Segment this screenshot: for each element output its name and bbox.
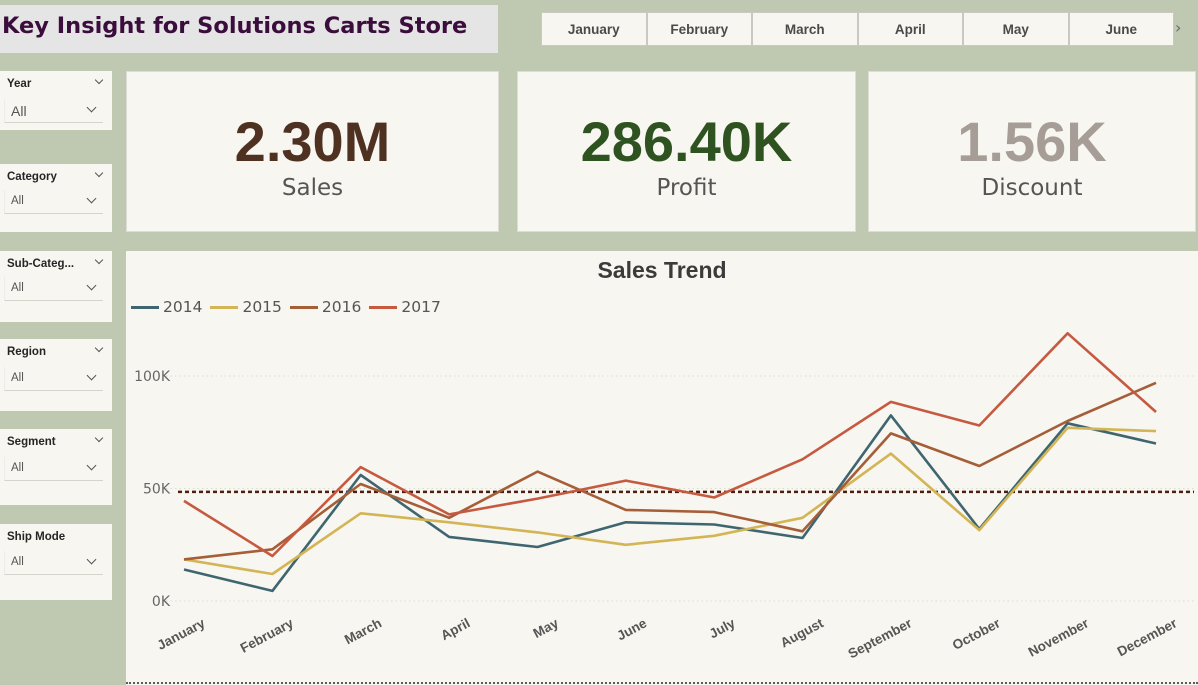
series-line-2014[interactable]: [183, 414, 1157, 593]
kpi-discount-label: Discount: [981, 175, 1083, 201]
x-tick-label: February: [238, 615, 296, 656]
kpi-sales-value: 2.30M: [234, 110, 391, 173]
slicer-sub-category: Sub-Categ... All: [0, 251, 112, 322]
chevron-down-icon[interactable]: [94, 168, 104, 178]
chevron-down-icon: [86, 554, 97, 565]
x-tick-label: November: [1026, 615, 1092, 660]
x-tick-label: August: [778, 615, 827, 650]
month-button-march[interactable]: March: [752, 12, 858, 46]
kpi-discount-value: 1.56K: [957, 110, 1107, 173]
slicer-segment-dropdown[interactable]: All: [4, 457, 103, 481]
slicer-category-label: Category: [7, 171, 57, 183]
y-tick-label: 100K: [134, 369, 171, 385]
slicer-ship-mode: Ship Mode All: [0, 524, 112, 600]
month-button-april[interactable]: April: [857, 12, 963, 46]
series-line-2016[interactable]: [183, 381, 1157, 561]
slicer-region-dropdown[interactable]: All: [4, 367, 103, 391]
slicer-year-dropdown[interactable]: All: [4, 99, 103, 123]
kpi-sales-label: Sales: [281, 175, 344, 201]
chevron-down-icon: [86, 193, 97, 204]
slicer-ship-mode-label: Ship Mode: [7, 531, 66, 543]
x-tick-label: December: [1115, 615, 1180, 659]
slicer-segment-label: Segment: [7, 436, 56, 448]
chevron-down-icon[interactable]: [94, 255, 104, 265]
slicer-sub-category-value: All: [11, 282, 24, 294]
slicer-year-label: Year: [7, 78, 32, 90]
slicer-region: Region All: [0, 339, 112, 411]
x-tick-label: April: [438, 615, 472, 643]
chevron-down-icon: [86, 370, 97, 381]
slicer-segment-value: All: [11, 462, 24, 474]
month-slicer: January February March April May June: [541, 12, 1174, 46]
slicer-region-label: Region: [7, 346, 46, 358]
slicer-year: Year All: [0, 71, 112, 130]
y-tick-label: 50K: [143, 482, 171, 498]
sales-trend-chart: Sales Trend 2014 2015 2016 2017 0K 50K 100…: [126, 251, 1198, 685]
report-title-box: Key Insight for Solutions Carts Store: [0, 5, 498, 53]
x-tick-label: September: [846, 615, 915, 661]
kpi-card-profit: 286.40K Profit: [517, 71, 856, 232]
slicer-segment: Segment All: [0, 429, 112, 505]
x-tick-label: October: [950, 615, 1003, 653]
slicer-region-value: All: [11, 372, 24, 384]
month-button-june[interactable]: June: [1068, 12, 1174, 46]
kpi-card-discount: 1.56K Discount: [868, 71, 1196, 232]
divider: [126, 682, 1198, 684]
x-tick-label: July: [707, 615, 738, 641]
kpi-profit-label: Profit: [656, 175, 717, 201]
slicer-ship-mode-value: All: [11, 556, 24, 568]
slicer-category: Category All: [0, 164, 112, 232]
month-button-january[interactable]: January: [541, 12, 647, 46]
slicer-year-value: All: [11, 103, 27, 119]
chevron-down-icon[interactable]: [94, 75, 104, 85]
slicer-ship-mode-dropdown[interactable]: All: [4, 551, 103, 575]
slicer-sub-category-dropdown[interactable]: All: [4, 277, 103, 301]
x-tick-label: March: [342, 615, 384, 647]
x-tick-label: January: [155, 615, 208, 653]
slicer-category-value: All: [11, 195, 24, 207]
month-button-february[interactable]: February: [646, 12, 752, 46]
slicer-category-dropdown[interactable]: All: [4, 190, 103, 214]
chevron-down-icon: [86, 102, 97, 113]
chevron-down-icon: [86, 280, 97, 291]
kpi-card-sales: 2.30M Sales: [126, 71, 499, 232]
slicer-sub-category-label: Sub-Categ...: [7, 258, 75, 270]
y-tick-label: 0K: [152, 594, 171, 610]
chart-plot-area: 0K 50K 100K January February March April May Jun…: [134, 332, 1194, 661]
x-tick-label: May: [531, 615, 562, 641]
kpi-profit-value: 286.40K: [580, 110, 793, 173]
chevron-down-icon[interactable]: [94, 433, 104, 443]
chevron-down-icon: [86, 460, 97, 471]
chevron-down-icon[interactable]: [94, 343, 104, 353]
x-tick-label: June: [614, 615, 649, 643]
report-title: Key Insight for Solutions Carts Store: [2, 13, 468, 39]
chevron-right-icon[interactable]: ›: [1175, 18, 1181, 37]
month-button-may[interactable]: May: [963, 12, 1069, 46]
